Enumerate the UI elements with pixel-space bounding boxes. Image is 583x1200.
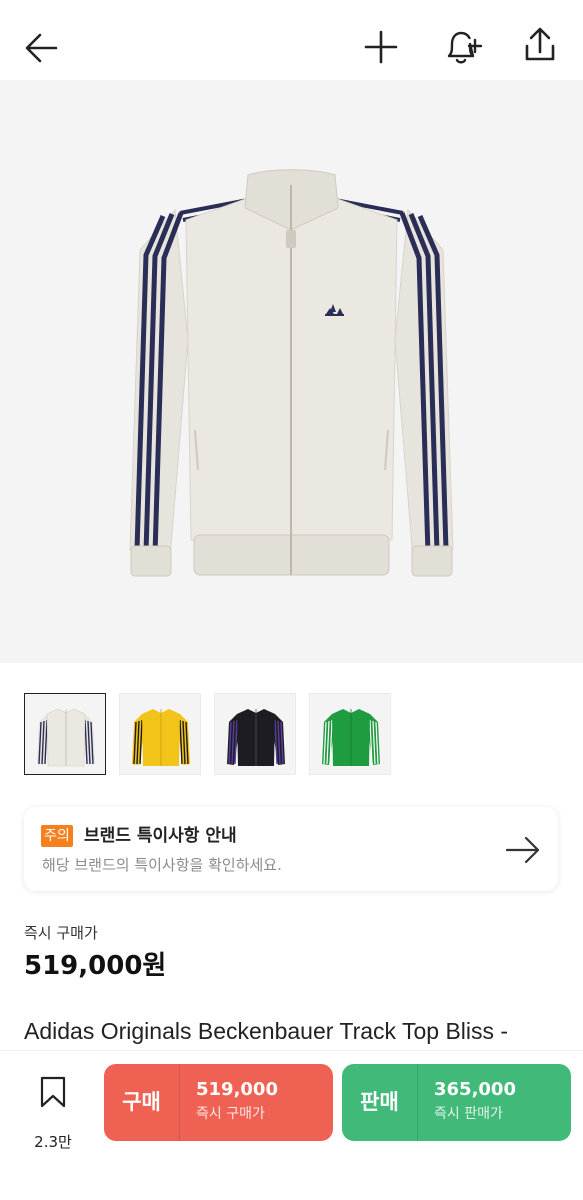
- top-bar: [0, 0, 583, 90]
- jacket-thumbnail-image: [227, 709, 285, 766]
- divider: [417, 1064, 418, 1141]
- wishlist-count: 2.3만: [34, 1133, 72, 1151]
- wishlist-button[interactable]: 2.3만: [28, 1075, 78, 1151]
- bottom-action-bar: 2.3만 구매 519,000 즉시 구매가 판매 365,000 즉시 판매가: [0, 1050, 583, 1200]
- instant-buy-price: 519,000원: [24, 951, 167, 981]
- jacket-thumbnail-image: [322, 709, 380, 766]
- thumbnail-white[interactable]: [24, 693, 106, 775]
- sell-price-caption: 즉시 판매가: [434, 1106, 503, 1122]
- arrow-right-icon: [505, 836, 540, 864]
- sell-button[interactable]: 판매 365,000 즉시 판매가: [342, 1064, 571, 1141]
- buy-label: 구매: [122, 1090, 161, 1114]
- plus-icon: [364, 30, 398, 64]
- notice-title: 브랜드 특이사항 안내: [84, 826, 237, 846]
- buy-price-caption: 즉시 구매가: [196, 1106, 265, 1122]
- bookmark-icon: [40, 1076, 66, 1108]
- thumbnail-yellow[interactable]: [119, 693, 201, 775]
- arrow-left-icon: [25, 33, 58, 63]
- share-button[interactable]: [519, 24, 561, 66]
- notice-description: 해당 브랜드의 특이사항을 확인하세요.: [42, 856, 282, 874]
- jacket-thumbnail-image: [37, 708, 95, 767]
- notice-badge: 주의: [41, 825, 73, 847]
- buy-button[interactable]: 구매 519,000 즉시 구매가: [104, 1064, 333, 1141]
- buy-price: 519,000: [196, 1079, 278, 1100]
- sell-label: 판매: [360, 1090, 399, 1114]
- thumbnail-black[interactable]: [214, 693, 296, 775]
- instant-buy-price-label: 즉시 구매가: [24, 924, 98, 942]
- add-button[interactable]: [361, 27, 401, 67]
- price-alert-button[interactable]: [441, 26, 483, 68]
- color-thumbnails: [24, 693, 404, 777]
- share-icon: [525, 27, 555, 61]
- sell-price: 365,000: [434, 1079, 516, 1100]
- brand-notice-card[interactable]: 주의 브랜드 특이사항 안내 해당 브랜드의 특이사항을 확인하세요.: [24, 807, 558, 891]
- back-button[interactable]: [20, 28, 62, 68]
- jacket-thumbnail-image: [132, 709, 190, 766]
- product-name: Adidas Originals Beckenbauer Track Top B…: [24, 1018, 509, 1044]
- thumbnail-green[interactable]: [309, 693, 391, 775]
- track-jacket-image: [129, 169, 454, 577]
- bell-plus-icon: [447, 31, 483, 64]
- product-image[interactable]: [0, 80, 583, 663]
- divider: [179, 1064, 180, 1141]
